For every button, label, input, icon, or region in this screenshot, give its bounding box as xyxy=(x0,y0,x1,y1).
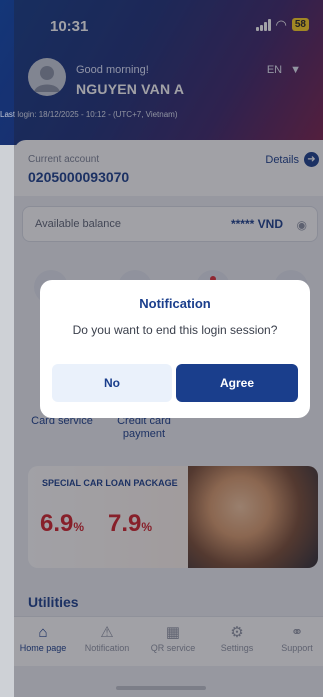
no-button[interactable]: No xyxy=(52,364,172,402)
dialog-message: Do you want to end this login session? xyxy=(72,323,278,337)
agree-button[interactable]: Agree xyxy=(176,364,298,402)
dialog-title: Notification xyxy=(139,296,211,311)
logout-dialog: Notification Do you want to end this log… xyxy=(40,280,310,418)
app-screen: 10:31 ◠ 58 Good morning! NGUYEN VAN A EN… xyxy=(0,0,323,697)
overlay-edge xyxy=(0,0,14,697)
